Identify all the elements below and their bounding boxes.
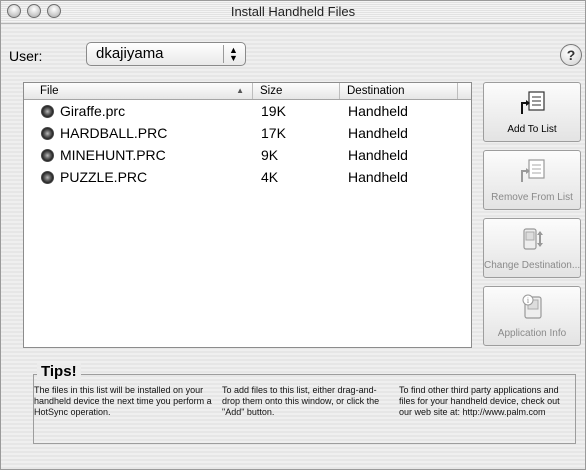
remove-document-icon: [521, 159, 545, 182]
change-destination-label: Change Destination...: [484, 260, 581, 271]
file-size: 19K: [261, 103, 286, 119]
files-list[interactable]: File ▲ Size Destination Giraffe.prc 19K …: [23, 82, 472, 348]
column-header-destination[interactable]: Destination: [340, 83, 458, 99]
prc-file-icon: [41, 149, 54, 162]
file-size: 9K: [261, 147, 279, 163]
column-header-size-label: Size: [260, 85, 283, 97]
title-bar: Install Handheld Files: [1, 1, 585, 24]
help-button[interactable]: ?: [560, 44, 582, 66]
table-row[interactable]: MINEHUNT.PRC 9K Handheld: [24, 145, 471, 167]
user-popup-value: dkajiyama: [96, 45, 164, 62]
change-destination-button[interactable]: Change Destination...: [483, 218, 581, 278]
popup-arrows-icon: ▲ ▼: [223, 45, 243, 63]
table-row[interactable]: PUZZLE.PRC 4K Handheld: [24, 167, 471, 189]
column-header-destination-label: Destination: [347, 85, 405, 97]
column-header-size[interactable]: Size: [253, 83, 340, 99]
table-row[interactable]: Giraffe.prc 19K Handheld: [24, 101, 471, 123]
add-document-icon: [521, 91, 545, 114]
remove-from-list-label: Remove From List: [491, 192, 573, 203]
tip-text-2: To add files to this list, either drag-a…: [222, 385, 380, 417]
table-row[interactable]: HARDBALL.PRC 17K Handheld: [24, 123, 471, 145]
window-title: Install Handheld Files: [230, 4, 356, 19]
add-to-list-button[interactable]: Add To List: [483, 82, 581, 142]
file-destination: Handheld: [348, 147, 408, 163]
tips-title: Tips!: [37, 363, 81, 380]
application-info-button[interactable]: i Application Info: [483, 286, 581, 346]
file-size: 17K: [261, 125, 286, 141]
add-to-list-label: Add To List: [507, 124, 557, 135]
column-header-file[interactable]: File ▲: [33, 83, 253, 99]
column-header-file-label: File: [40, 85, 59, 97]
file-name: Giraffe.prc: [60, 103, 126, 119]
remove-from-list-button[interactable]: Remove From List: [483, 150, 581, 210]
file-name: PUZZLE.PRC: [60, 169, 148, 185]
file-size: 4K: [261, 169, 279, 185]
prc-file-icon: [41, 127, 54, 140]
user-label: User:: [9, 48, 43, 64]
application-info-icon: i: [522, 294, 542, 319]
install-window: Install Handheld Files User: dkajiyama ▲…: [0, 0, 586, 470]
prc-file-icon: [41, 171, 54, 184]
application-info-label: Application Info: [497, 328, 567, 339]
tip-text-3: To find other third party applications a…: [399, 385, 560, 417]
file-destination: Handheld: [348, 103, 408, 119]
file-destination: Handheld: [348, 125, 408, 141]
file-name: MINEHUNT.PRC: [60, 147, 166, 163]
user-popup[interactable]: dkajiyama ▲ ▼: [86, 42, 246, 66]
file-name: HARDBALL.PRC: [60, 125, 168, 141]
change-destination-icon: [523, 228, 543, 250]
file-destination: Handheld: [348, 169, 408, 185]
sort-ascending-icon: ▲: [236, 86, 244, 95]
list-header: File ▲ Size Destination: [24, 83, 471, 100]
tip-text-1: The files in this list will be installed…: [34, 385, 212, 417]
prc-file-icon: [41, 105, 54, 118]
